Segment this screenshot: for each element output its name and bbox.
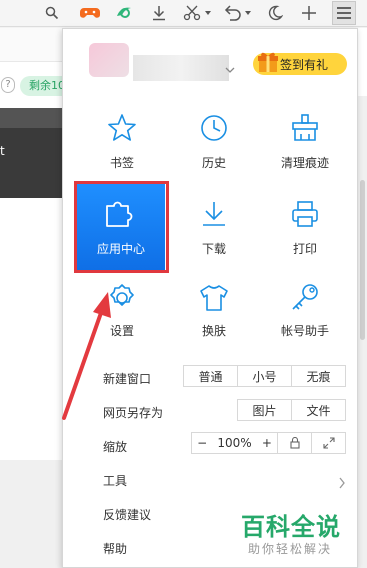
menu-item-clear-traces-label: 清理痕迹: [280, 156, 330, 170]
undo-icon[interactable]: [220, 3, 254, 23]
feedback-menu-item[interactable]: 反馈建议: [103, 506, 151, 523]
fullscreen-button[interactable]: [312, 433, 345, 453]
menu-icon[interactable]: [332, 1, 356, 25]
save-as-file-button[interactable]: 文件: [292, 400, 345, 420]
chevron-right-icon[interactable]: [338, 474, 346, 493]
clock-icon: [201, 115, 227, 141]
avatar[interactable]: [89, 43, 129, 77]
page-header-strip: [0, 28, 62, 62]
gift-icon: [257, 50, 279, 78]
help-menu-item[interactable]: 帮助: [103, 540, 127, 557]
star-icon: [108, 114, 136, 141]
lock-zoom-button[interactable]: [278, 433, 312, 453]
night-mode-icon[interactable]: [264, 3, 286, 23]
page-lower-area: [0, 460, 62, 568]
highlight-frame: [74, 181, 169, 273]
menu-item-print[interactable]: [258, 199, 352, 279]
screenshot-icon[interactable]: [180, 3, 214, 23]
zoom-out-button[interactable]: −: [197, 436, 207, 450]
dark-banner-text: t: [0, 144, 5, 158]
scrollbar-thumb[interactable]: [360, 180, 365, 340]
save-as-options: 图片 文件: [237, 399, 346, 421]
chevron-down-icon[interactable]: [225, 59, 235, 78]
tools-menu-item[interactable]: 工具: [103, 472, 127, 489]
zoom-stepper: − 100% +: [192, 433, 278, 453]
menu-item-history[interactable]: [167, 113, 261, 193]
new-window-incognito-button[interactable]: 无痕: [292, 366, 345, 386]
menu-item-download-label: 下载: [201, 242, 227, 256]
main-menu-panel: 签到有礼 书签 历史 清理痕迹 应用中心 下载 打印 设置 换肤 帐号助手 新建…: [62, 28, 358, 568]
new-window-options: 普通 小号 无痕: [183, 365, 346, 387]
shirt-icon: [200, 285, 228, 311]
browser-toolbar: [0, 0, 367, 27]
zoom-label: 缩放: [103, 440, 128, 454]
lock-icon: [289, 437, 300, 449]
game-controller-icon[interactable]: [78, 3, 102, 23]
watermark-title: 百科全说: [241, 513, 341, 541]
search-icon[interactable]: [42, 3, 62, 23]
expand-icon: [322, 437, 335, 449]
menu-item-clear-traces[interactable]: [258, 113, 352, 193]
download-icon: [203, 202, 225, 226]
menu-item-bookmarks-label: 书签: [109, 156, 135, 170]
new-tab-icon[interactable]: [298, 3, 320, 23]
key-icon: [292, 284, 318, 310]
menu-item-print-label: 打印: [292, 242, 318, 256]
zoom-value: 100%: [217, 436, 252, 450]
menu-item-download[interactable]: [167, 199, 261, 279]
menu-item-settings-label: 设置: [109, 324, 135, 338]
new-window-normal-button[interactable]: 普通: [184, 366, 238, 386]
watermark-subtitle: 助你轻松解决: [248, 542, 333, 556]
accelerator-icon[interactable]: [112, 3, 136, 23]
menu-item-skin-label: 换肤: [201, 324, 227, 338]
browser-window: ? 剩余10 t 签到有礼 书签 历史 清理痕迹 应用中心 下载 打印 设置 换…: [0, 0, 367, 568]
menu-item-account-assistant-label: 帐号助手: [280, 324, 330, 338]
help-circle-icon[interactable]: ?: [1, 77, 15, 93]
signin-label: 签到有礼: [280, 57, 329, 72]
zoom-controls: − 100% +: [191, 432, 346, 454]
zoom-in-button[interactable]: +: [262, 436, 272, 450]
username-blurred[interactable]: [133, 55, 229, 81]
broom-icon: [292, 114, 318, 141]
gear-icon: [110, 284, 134, 306]
new-window-small-button[interactable]: 小号: [238, 366, 292, 386]
printer-icon: [292, 201, 318, 227]
new-window-label: 新建窗口: [103, 372, 152, 386]
menu-item-history-label: 历史: [201, 156, 227, 170]
dark-banner-bar: [0, 108, 62, 128]
save-as-label: 网页另存为: [103, 406, 164, 420]
download-icon[interactable]: [148, 3, 170, 23]
save-as-image-button[interactable]: 图片: [238, 400, 292, 420]
